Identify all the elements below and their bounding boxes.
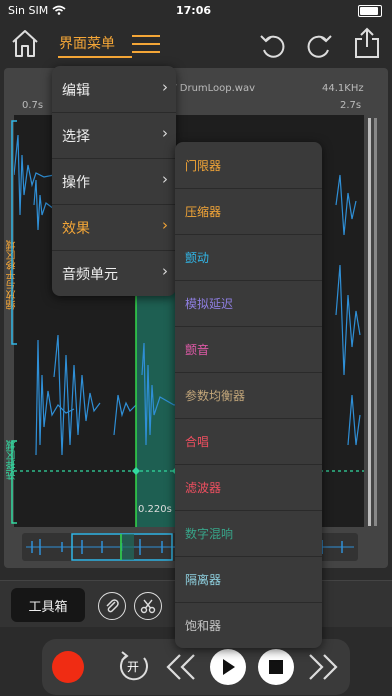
stop-icon bbox=[269, 660, 283, 674]
undo-icon bbox=[260, 35, 285, 58]
redo-icon bbox=[307, 35, 332, 58]
effect-saturator[interactable]: 饱和器 bbox=[175, 602, 322, 648]
loop-button[interactable]: 开 bbox=[116, 648, 152, 684]
loop-label: 开 bbox=[127, 660, 140, 674]
effect-analog-delay[interactable]: 模拟延迟 bbox=[175, 280, 322, 326]
effect-label: 颤动 bbox=[185, 251, 210, 265]
clock: 17:06 bbox=[176, 4, 212, 17]
cut-button[interactable] bbox=[134, 592, 162, 620]
sample-rate: 44.1KHz bbox=[322, 83, 364, 94]
effect-isolator[interactable]: 隔离器 bbox=[175, 556, 322, 602]
vertical-scrollbar[interactable] bbox=[368, 118, 371, 526]
menu-item-edit[interactable]: 编辑 › bbox=[52, 66, 176, 112]
stop-button[interactable] bbox=[258, 649, 294, 685]
select-area-bracket bbox=[11, 440, 17, 524]
effect-digital-reverb[interactable]: 数字混响 bbox=[175, 510, 322, 556]
chevron-right-icon: › bbox=[162, 170, 168, 188]
redo-button[interactable] bbox=[302, 28, 336, 62]
rewind-button[interactable] bbox=[164, 652, 198, 682]
effect-label: 滤波器 bbox=[185, 481, 222, 495]
effect-label: 门限器 bbox=[185, 159, 222, 173]
effect-label: 压缩器 bbox=[185, 205, 222, 219]
share-icon bbox=[355, 27, 379, 58]
effect-compressor[interactable]: 压缩器 bbox=[175, 188, 322, 234]
interface-menu-button[interactable]: 界面菜单 bbox=[58, 30, 162, 58]
play-button[interactable] bbox=[210, 649, 246, 685]
effect-label: 隔离器 bbox=[185, 573, 222, 587]
fast-forward-button[interactable] bbox=[306, 652, 340, 682]
menu-item-operations[interactable]: 操作 › bbox=[52, 158, 176, 204]
menu-item-effects[interactable]: 效果 › bbox=[52, 204, 176, 250]
effect-label: 模拟延迟 bbox=[185, 297, 234, 311]
menu-item-label: 操作 bbox=[62, 175, 90, 191]
selection-time: 0.220s bbox=[138, 504, 172, 515]
time-end: 2.7s bbox=[340, 100, 362, 111]
paperclip-icon bbox=[106, 599, 119, 613]
hamburger-icon bbox=[132, 35, 160, 53]
effect-label: 参数均衡器 bbox=[185, 389, 246, 403]
effect-label: 颤音 bbox=[185, 343, 210, 357]
fast-forward-icon bbox=[309, 654, 338, 680]
home-button[interactable] bbox=[8, 26, 42, 60]
undo-button[interactable] bbox=[256, 28, 290, 62]
effect-label: 数字混响 bbox=[185, 527, 234, 541]
toolbox-button[interactable]: 工具箱 bbox=[11, 588, 85, 622]
zoom-pan-bracket bbox=[11, 120, 17, 345]
record-button[interactable] bbox=[52, 651, 84, 683]
chevron-right-icon: › bbox=[162, 262, 168, 280]
effect-chorus[interactable]: 合唱 bbox=[175, 418, 322, 464]
home-icon bbox=[12, 30, 38, 57]
play-icon bbox=[223, 659, 235, 675]
carrier-label: Sin SIM bbox=[8, 4, 49, 17]
chevron-right-icon: › bbox=[162, 216, 168, 234]
wifi-icon bbox=[52, 5, 66, 15]
menu-item-label: 效果 bbox=[62, 221, 90, 237]
menu-item-select[interactable]: 选择 › bbox=[52, 112, 176, 158]
interface-menu: 编辑 › 选择 › 操作 › 效果 › 音频单元 › bbox=[52, 66, 176, 296]
interface-menu-label: 界面菜单 bbox=[59, 36, 115, 52]
effect-parametric-eq[interactable]: 参数均衡器 bbox=[175, 372, 322, 418]
effect-label: 饱和器 bbox=[185, 619, 222, 633]
time-start: 0.7s bbox=[22, 100, 44, 111]
effect-label: 合唱 bbox=[185, 435, 210, 449]
share-button[interactable] bbox=[350, 26, 384, 60]
menu-item-audio-units[interactable]: 音频单元 › bbox=[52, 250, 176, 296]
attach-button[interactable] bbox=[98, 592, 126, 620]
effect-gate[interactable]: 门限器 bbox=[175, 142, 322, 188]
menu-item-label: 选择 bbox=[62, 129, 90, 145]
effect-tremolo[interactable]: 颤音 bbox=[175, 326, 322, 372]
chevron-right-icon: › bbox=[162, 124, 168, 142]
effect-filter[interactable]: 滤波器 bbox=[175, 464, 322, 510]
menu-item-label: 编辑 bbox=[62, 83, 90, 99]
rewind-icon bbox=[166, 654, 195, 680]
chevron-right-icon: › bbox=[162, 78, 168, 96]
status-bar: Sin SIM 17:06 bbox=[0, 0, 392, 20]
menu-item-label: 音频单元 bbox=[62, 267, 118, 283]
menu-underline bbox=[58, 56, 132, 58]
effects-submenu: 门限器 压缩器 颤动 模拟延迟 颤音 参数均衡器 合唱 滤波器 数字混响 隔离器… bbox=[175, 142, 322, 648]
level-meter bbox=[374, 118, 377, 526]
scissors-icon bbox=[140, 599, 156, 614]
battery-icon bbox=[358, 5, 382, 17]
effect-vibrato[interactable]: 颤动 bbox=[175, 234, 322, 280]
